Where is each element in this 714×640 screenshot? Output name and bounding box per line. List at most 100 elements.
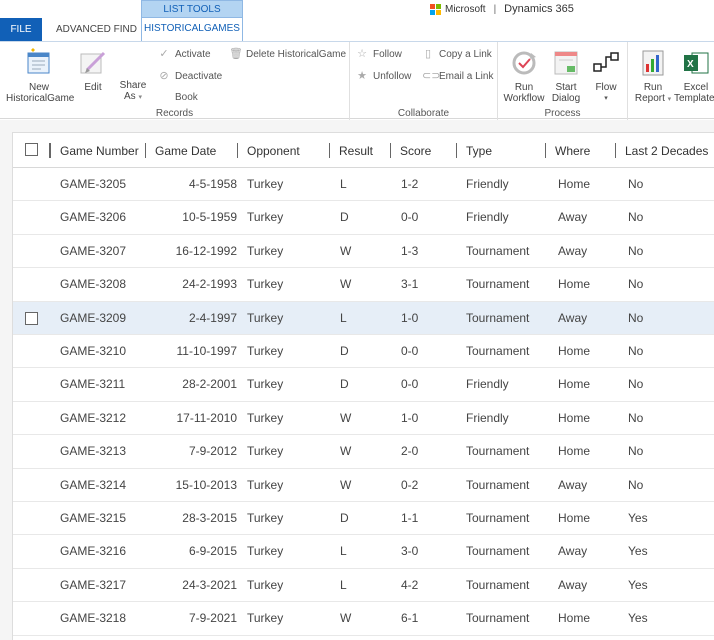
cell-last-2-decades: Yes	[628, 577, 648, 592]
tab-file[interactable]: FILE	[0, 18, 42, 41]
report-icon	[638, 48, 668, 78]
table-row[interactable]: GAME-3208 24-2-1993 Turkey W 3-1 Tournament Ho…	[13, 268, 714, 302]
column-header-last-2-decades[interactable]: Last 2 Decades	[615, 133, 714, 168]
cell-where: Home	[558, 277, 591, 292]
cell-game-number[interactable]: GAME-3217	[60, 569, 140, 602]
cell-game-number[interactable]: GAME-3209	[60, 302, 140, 335]
cell-score: 3-0	[401, 544, 419, 559]
cell-opponent: Turkey	[247, 444, 284, 459]
run-report-button[interactable]: Run Report ▾	[632, 48, 674, 105]
cell-game-date: 2-4-1997	[188, 310, 237, 325]
cell-game-number[interactable]: GAME-3214	[60, 469, 140, 502]
cell-where: Away	[558, 577, 588, 592]
cell-score: 0-2	[401, 477, 419, 492]
share-as-button[interactable]: Share As ▾	[116, 80, 150, 103]
data-group: Run Report ▾ X Excel Templates	[628, 42, 714, 120]
tab-historicalgames[interactable]: HISTORICALGAMES	[141, 17, 243, 41]
cell-opponent: Turkey	[247, 277, 284, 292]
cell-game-date: 28-3-2015	[182, 511, 237, 525]
cell-game-number[interactable]: GAME-3211	[60, 368, 140, 401]
dialog-icon	[551, 48, 581, 78]
table-row[interactable]: GAME-3213 7-9-2012 Turkey W 2-0 Tournament Hom…	[13, 435, 714, 469]
cell-game-date: 24-3-2021	[182, 577, 237, 592]
workflow-icon	[509, 48, 539, 78]
deactivate-button[interactable]: ⊘ Deactivate	[158, 69, 222, 83]
star-outline-icon: ☆	[357, 48, 367, 60]
delete-historicalgame-button[interactable]: 🗑 Delete HistoricalGame	[229, 47, 346, 61]
cell-result: W	[340, 410, 352, 425]
table-row[interactable]: GAME-3207 16-12-1992 Turkey W 1-3 Tournament A…	[13, 235, 714, 269]
cell-game-number[interactable]: GAME-3210	[60, 335, 140, 368]
cell-where: Home	[558, 177, 591, 191]
table-row[interactable]: GAME-3205 4-5-1958 Turkey L 1-2 Friendly Home N…	[13, 168, 714, 202]
follow-button[interactable]: ☆ Follow	[356, 47, 402, 61]
copy-link-button[interactable]: ▯ Copy a Link	[422, 47, 492, 61]
row-checkbox[interactable]	[25, 311, 38, 325]
excel-templates-button[interactable]: X Excel Templates	[674, 48, 714, 104]
table-row[interactable]: GAME-3214 15-10-2013 Turkey W 0-2 Tournament A…	[13, 469, 714, 502]
table-row[interactable]: GAME-3215 28-3-2015 Turkey D 1-1 Tournament Ho…	[13, 502, 714, 536]
product-name[interactable]: Dynamics 365	[504, 3, 574, 15]
cell-type: Tournament	[466, 444, 530, 459]
column-header-score[interactable]: Score	[390, 133, 456, 168]
table-row[interactable]: GAME-3210 11-10-1997 Turkey D 0-0 Tournament H…	[13, 335, 714, 369]
start-dialog-button[interactable]: Start Dialog	[548, 48, 584, 104]
cell-game-number[interactable]: GAME-3216	[60, 535, 140, 568]
flow-button[interactable]: Flow ▾	[588, 48, 624, 104]
cell-where: Home	[558, 511, 591, 525]
cell-game-date: 10-5-1959	[182, 210, 237, 225]
document-icon: ▯	[424, 48, 432, 60]
cell-last-2-decades: No	[628, 243, 644, 258]
cell-last-2-decades: No	[628, 344, 644, 358]
deactivate-icon: ⊘	[159, 70, 169, 82]
cell-game-number[interactable]: GAME-3206	[60, 201, 140, 234]
cell-game-number[interactable]: GAME-3205	[60, 168, 140, 201]
select-all-checkbox[interactable]	[25, 143, 38, 156]
column-header-game-number[interactable]: Game Number	[50, 133, 145, 168]
brand: Microsoft | Dynamics 365	[430, 2, 574, 16]
cell-opponent: Turkey	[247, 410, 284, 425]
flow-icon	[591, 48, 621, 78]
records-grid: Game Number Game Date Opponent Result Sc…	[12, 132, 714, 640]
column-header-type[interactable]: Type	[456, 133, 545, 168]
unfollow-button[interactable]: ★ Unfollow	[356, 69, 411, 83]
tab-advanced-find[interactable]: ADVANCED FIND	[50, 18, 143, 41]
chevron-down-icon: ▾	[604, 95, 608, 102]
cell-game-number[interactable]: GAME-3218	[60, 602, 140, 635]
email-link-button[interactable]: ⊂⊃ Email a Link	[422, 69, 493, 83]
cell-opponent: Turkey	[247, 611, 284, 626]
column-header-game-date[interactable]: Game Date	[145, 133, 237, 168]
column-header-opponent[interactable]: Opponent	[237, 133, 329, 168]
cell-game-number[interactable]: GAME-3208	[60, 268, 140, 301]
table-row[interactable]: GAME-3218 7-9-2021 Turkey W 6-1 Tournament Hom…	[13, 602, 714, 636]
cell-last-2-decades: No	[628, 410, 644, 425]
table-row[interactable]: GAME-3212 17-11-2010 Turkey W 1-0 Friendly Hom…	[13, 402, 714, 436]
cell-opponent: Turkey	[247, 177, 284, 191]
cell-result: D	[340, 344, 349, 358]
cell-type: Tournament	[466, 544, 530, 559]
column-header-where[interactable]: Where	[545, 133, 615, 168]
run-workflow-button[interactable]: Run Workflow	[502, 48, 546, 104]
table-row[interactable]: GAME-3206 10-5-1959 Turkey D 0-0 Friendly Away…	[13, 201, 714, 235]
table-row[interactable]: GAME-3211 28-2-2001 Turkey D 0-0 Friendly Home…	[13, 368, 714, 402]
new-historicalgame-button[interactable]: New HistoricalGame	[6, 48, 74, 104]
column-header-result[interactable]: Result	[329, 133, 390, 168]
cell-last-2-decades: Yes	[628, 611, 648, 626]
cell-game-number[interactable]: GAME-3212	[60, 402, 140, 435]
cell-result: L	[340, 577, 347, 592]
cell-result: D	[340, 210, 349, 225]
book-button[interactable]: Book	[175, 90, 198, 104]
cell-where: Home	[558, 444, 591, 459]
cell-where: Home	[558, 410, 591, 425]
cell-game-number[interactable]: GAME-3213	[60, 435, 140, 468]
edit-button[interactable]: Edit	[76, 48, 110, 93]
table-row[interactable]: GAME-3217 24-3-2021 Turkey L 4-2 Tournament Aw…	[13, 569, 714, 603]
table-row[interactable]: GAME-3216 6-9-2015 Turkey L 3-0 Tournament Awa…	[13, 535, 714, 569]
edit-icon	[78, 48, 108, 78]
cell-score: 0-0	[401, 344, 419, 358]
activate-button[interactable]: ✓ Activate	[158, 47, 210, 61]
cell-game-number[interactable]: GAME-3207	[60, 235, 140, 268]
table-row[interactable]: GAME-3209 2-4-1997 Turkey L 1-0 Tournament Awa…	[13, 301, 714, 335]
cell-score: 4-2	[401, 577, 419, 592]
cell-game-number[interactable]: GAME-3215	[60, 502, 140, 535]
